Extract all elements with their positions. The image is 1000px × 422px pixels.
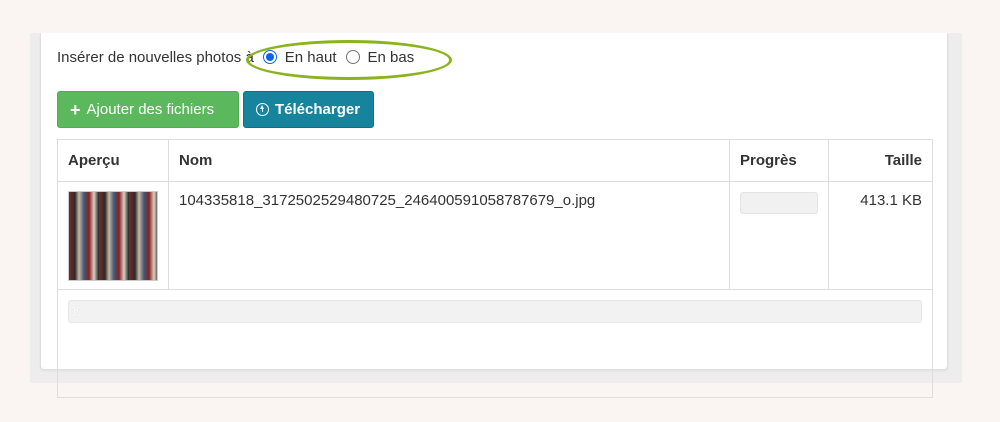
- insert-position-label: Insérer de nouvelles photos à: [57, 48, 254, 66]
- upload-label: Télécharger: [275, 101, 361, 118]
- header-preview: Aperçu: [57, 139, 169, 182]
- radio-bottom-label[interactable]: En bas: [368, 49, 415, 66]
- table-row: 104335818_3172502529480725_2464005910587…: [57, 181, 933, 290]
- header-size: Taille: [828, 139, 933, 182]
- header-name: Nom: [168, 139, 730, 182]
- file-progress-bar: [740, 192, 818, 214]
- plus-icon: +: [70, 99, 81, 120]
- insert-position-row: Insérer de nouvelles photos à En haut En…: [57, 46, 418, 68]
- table-header-row: Aperçu Nom Progrès Taille: [57, 139, 933, 182]
- total-progress-row: 0%: [57, 289, 933, 398]
- radio-top-label[interactable]: En haut: [285, 49, 337, 66]
- preview-cell: [57, 181, 169, 290]
- upload-button[interactable]: Télécharger: [243, 91, 374, 128]
- progress-cell: [729, 181, 829, 290]
- add-files-button[interactable]: + Ajouter des fichiers: [57, 91, 239, 128]
- files-table: Aperçu Nom Progrès Taille 104335818_3172…: [57, 139, 933, 398]
- radio-bottom[interactable]: [345, 50, 360, 64]
- file-size: 413.1 KB: [828, 181, 933, 290]
- radio-top[interactable]: [262, 50, 277, 64]
- header-progress: Progrès: [729, 139, 829, 182]
- upload-circle-icon: [256, 103, 269, 116]
- total-progress-bar: 0%: [68, 300, 922, 323]
- total-progress-cell: 0%: [57, 289, 933, 398]
- file-thumbnail: [68, 191, 158, 281]
- add-files-label: Ajouter des fichiers: [86, 101, 215, 118]
- total-progress-text: 0%: [69, 304, 88, 319]
- file-name: 104335818_3172502529480725_2464005910587…: [168, 181, 730, 290]
